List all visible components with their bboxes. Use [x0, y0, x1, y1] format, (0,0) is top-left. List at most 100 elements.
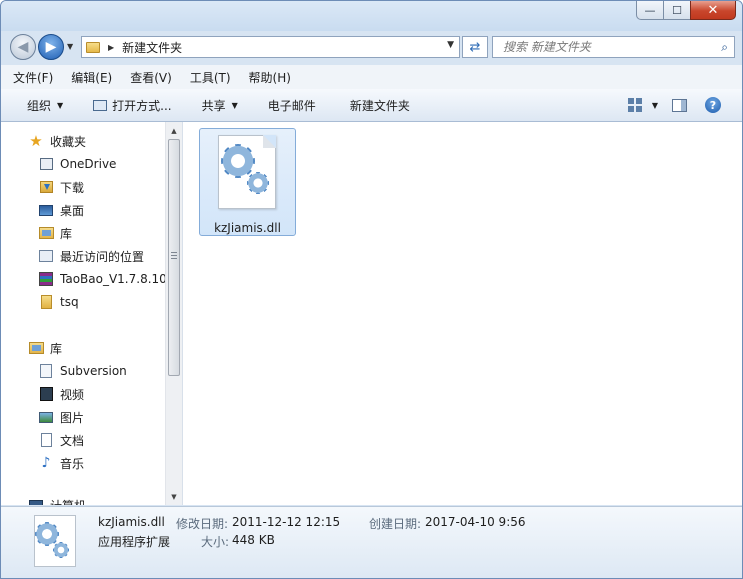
window-icon: [93, 99, 108, 111]
winrar-archive-icon: [39, 272, 53, 286]
arrow-left-icon: ◀: [17, 39, 29, 55]
library-icon: [38, 227, 54, 239]
menu-view[interactable]: 查看(V): [118, 69, 178, 86]
details-modified-value: 2011-12-12 12:15: [232, 515, 341, 529]
forward-button[interactable]: ▶: [38, 34, 64, 60]
share-label: 共享: [201, 98, 226, 113]
email-label: 电子邮件: [267, 98, 316, 113]
nav-item-music[interactable]: ♪ 音乐: [38, 452, 84, 474]
address-history-dropdown[interactable]: ▼: [447, 40, 454, 50]
nav-item-videos[interactable]: 视频: [38, 383, 84, 405]
onedrive-icon: [39, 158, 53, 170]
details-size-label: 大小:: [201, 535, 230, 549]
back-button[interactable]: ◀: [10, 34, 36, 60]
star-icon: ★: [29, 132, 43, 150]
download-folder-icon: [39, 181, 53, 193]
close-button[interactable]: ✕: [690, 1, 736, 20]
address-bar[interactable]: ▶ 新建文件夹 ▼: [81, 36, 460, 58]
organize-label: 组织: [27, 98, 52, 113]
help-icon: ?: [705, 97, 721, 113]
file-name-label: kzJiamis.dll: [214, 221, 281, 235]
minimize-button[interactable]: —: [636, 1, 663, 20]
nav-item-recent-places[interactable]: 最近访问的位置: [38, 245, 144, 267]
scroll-down-arrow-icon[interactable]: ▼: [166, 488, 182, 505]
nav-item-pictures[interactable]: 图片: [38, 406, 84, 428]
menu-edit[interactable]: 编辑(E): [59, 69, 118, 86]
open-with-button[interactable]: 打开方式...: [73, 93, 181, 117]
desktop-icon: [39, 204, 53, 216]
title-bar[interactable]: — ☐ ✕: [1, 1, 742, 31]
grip-icon: [171, 252, 177, 259]
maximize-button[interactable]: ☐: [663, 1, 690, 20]
share-button[interactable]: 共享 ▼: [182, 93, 248, 117]
folder-icon: [86, 41, 100, 53]
nav-item-taobao[interactable]: TaoBao_V1.7.8.10_: [38, 268, 165, 290]
picture-library-icon: [39, 411, 53, 423]
scroll-up-arrow-icon[interactable]: ▲: [166, 122, 182, 139]
nav-libraries[interactable]: 库: [28, 337, 62, 359]
search-input[interactable]: [503, 40, 708, 54]
dll-file-icon: [218, 135, 276, 209]
arrow-right-icon: ▶: [45, 39, 57, 55]
new-folder-label: 新建文件夹: [349, 98, 410, 113]
nav-item-subversion[interactable]: Subversion: [38, 360, 127, 382]
view-options-dropdown[interactable]: ▼: [646, 93, 672, 117]
explorer-window: — ☐ ✕ ◀ ▶ ▼ ▶ 新建文件夹 ▼ ⇄ ⌕ 文件(F) 编辑(E): [0, 0, 743, 579]
nav-item-documents[interactable]: 文档: [38, 429, 84, 451]
navigation-scrollbar[interactable]: ▲ ▼: [165, 122, 182, 505]
organize-button[interactable]: 组织 ▼: [1, 93, 73, 117]
details-pane: kzJiamis.dll 应用程序扩展 修改日期: 2011-12-12 12:…: [1, 506, 742, 578]
help-button[interactable]: ?: [705, 93, 742, 117]
menu-help[interactable]: 帮助(H): [237, 69, 297, 86]
view-controls: ▼ ?: [624, 89, 742, 121]
search-icon[interactable]: ⌕: [721, 40, 728, 55]
refresh-button[interactable]: ⇄: [462, 36, 488, 58]
chevron-down-icon: ▼: [651, 100, 658, 110]
scrollbar-thumb[interactable]: [168, 139, 180, 376]
nav-item-onedrive[interactable]: OneDrive: [38, 153, 116, 175]
menu-tools[interactable]: 工具(T): [178, 69, 237, 86]
nav-item-downloads[interactable]: 下载: [38, 176, 84, 198]
menu-file[interactable]: 文件(F): [1, 69, 59, 86]
caption-buttons: — ☐ ✕: [636, 1, 736, 21]
nav-item-library-shortcut[interactable]: 库: [38, 222, 72, 244]
change-view-button[interactable]: [624, 93, 646, 117]
nav-favorites[interactable]: ★ 收藏夹: [28, 130, 86, 152]
computer-icon: [29, 499, 43, 505]
details-file-name: kzJiamis.dll: [98, 515, 165, 529]
gear-icon: [53, 542, 69, 558]
new-folder-button[interactable]: 新建文件夹: [326, 93, 420, 117]
file-list-pane[interactable]: kzJiamis.dll: [183, 122, 742, 505]
view-grid-icon: [627, 98, 642, 112]
recent-places-icon: [39, 250, 53, 262]
recent-pages-dropdown[interactable]: ▼: [67, 42, 73, 51]
preview-pane-icon: [672, 98, 687, 112]
nav-computer[interactable]: 计算机: [28, 494, 86, 505]
details-created-value: 2017-04-10 9:56: [425, 515, 526, 529]
chevron-down-icon: ▼: [231, 100, 238, 110]
document-library-icon: [40, 433, 52, 447]
breadcrumb-chevron-icon[interactable]: ▶: [108, 43, 114, 52]
nav-item-tsq[interactable]: tsq: [38, 291, 79, 313]
menu-bar: 文件(F) 编辑(E) 查看(V) 工具(T) 帮助(H): [1, 65, 742, 90]
open-with-label: 打开方式...: [112, 98, 172, 113]
music-note-icon: ♪: [41, 455, 51, 471]
subversion-library-icon: [40, 364, 52, 378]
details-created-label: 创建日期:: [369, 517, 422, 531]
video-library-icon: [39, 387, 53, 401]
address-row: ◀ ▶ ▼ ▶ 新建文件夹 ▼ ⇄ ⌕: [1, 31, 742, 63]
preview-pane-button[interactable]: [672, 93, 705, 117]
command-bar: 组织 ▼ 打开方式... 共享 ▼ 电子邮件 新建文件夹 ▼ ?: [1, 89, 742, 122]
chevron-down-icon: ▼: [57, 100, 64, 110]
nav-item-desktop[interactable]: 桌面: [38, 199, 84, 221]
email-button[interactable]: 电子邮件: [248, 93, 326, 117]
details-size-value: 448 KB: [232, 533, 275, 547]
file-item-selected[interactable]: kzJiamis.dll: [199, 128, 296, 236]
gear-icon: [35, 522, 59, 546]
navigation-pane: ★ 收藏夹 OneDrive 下载 桌面 库 最近访问的位置 TaoBao_V1…: [1, 122, 183, 505]
gear-icon: [247, 172, 269, 194]
search-box[interactable]: ⌕: [492, 36, 735, 58]
refresh-icon: ⇄: [469, 39, 481, 55]
breadcrumb-current-folder[interactable]: 新建文件夹: [122, 39, 182, 56]
details-file-type: 应用程序扩展: [98, 535, 171, 549]
